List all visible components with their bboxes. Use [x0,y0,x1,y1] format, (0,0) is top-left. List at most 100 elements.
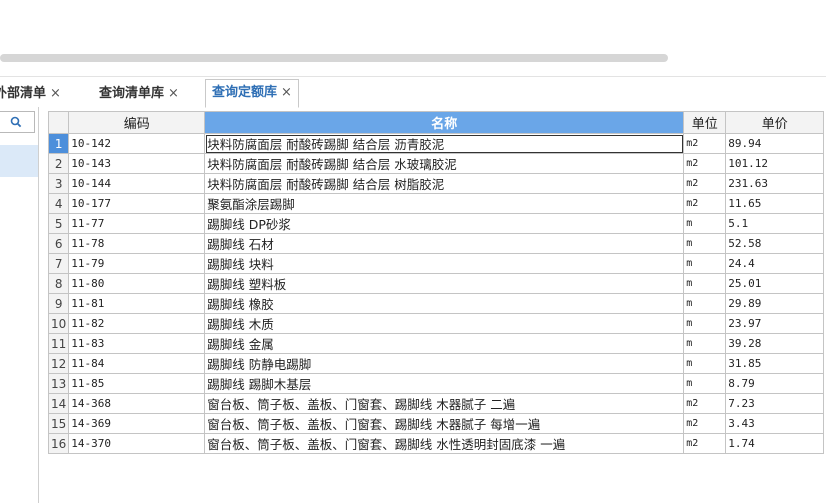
name-cell[interactable]: 踢脚线 木质 [204,313,685,334]
code-cell[interactable]: 14-368 [68,393,206,414]
code-cell[interactable]: 11-85 [68,373,206,394]
code-column-header[interactable]: 编码 [68,111,206,134]
name-cell[interactable]: 聚氨酯涂层踢脚 [204,193,685,214]
table-row[interactable]: 3 10-144 块料防腐面层 耐酸砖踢脚 结合层 树脂胶泥 m2 231.63 [47,173,825,194]
name-cell[interactable]: 踢脚线 块料 [204,253,685,274]
unit-cell[interactable]: m [683,313,727,334]
unit-cell[interactable]: m [683,273,727,294]
table-row[interactable]: 7 11-79 踢脚线 块料 m 24.4 [47,253,825,274]
name-cell[interactable]: 块料防腐面层 耐酸砖踢脚 结合层 水玻璃胶泥 [204,153,685,174]
close-icon[interactable]: × [50,86,61,101]
unit-cell[interactable]: m [683,213,727,234]
row-number[interactable]: 5 [47,213,70,234]
table-row[interactable]: 2 10-143 块料防腐面层 耐酸砖踢脚 结合层 水玻璃胶泥 m2 101.12 [47,153,825,174]
price-cell[interactable]: 39.28 [725,333,825,354]
tab-query-quota-library[interactable]: 查询定额库 × [205,79,299,108]
code-cell[interactable]: 10-177 [68,193,206,214]
row-number[interactable]: 3 [47,173,70,194]
price-cell[interactable]: 89.94 [725,133,825,154]
unit-cell[interactable]: m [683,333,727,354]
code-cell[interactable]: 10-142 [68,133,206,154]
price-cell[interactable]: 29.89 [725,293,825,314]
price-column-header[interactable]: 单价 [725,111,825,134]
code-cell[interactable]: 11-77 [68,213,206,234]
code-cell[interactable]: 11-79 [68,253,206,274]
row-number[interactable]: 10 [47,313,70,334]
name-cell[interactable]: 窗台板、筒子板、盖板、门窗套、踢脚线 木器腻子 每增一遍 [204,413,685,434]
row-number[interactable]: 14 [47,393,70,414]
unit-column-header[interactable]: 单位 [683,111,727,134]
unit-cell[interactable]: m2 [683,133,727,154]
row-number[interactable]: 4 [47,193,70,214]
price-cell[interactable]: 52.58 [725,233,825,254]
unit-cell[interactable]: m [683,293,727,314]
name-cell[interactable]: 踢脚线 石材 [204,233,685,254]
table-row[interactable]: 1 10-142 块料防腐面层 耐酸砖踢脚 结合层 沥青胶泥 m2 89.94 [47,133,825,154]
tab-query-list-library[interactable]: 查询清单库 × [99,81,179,107]
table-row[interactable]: 11 11-83 踢脚线 金属 m 39.28 [47,333,825,354]
table-row[interactable]: 8 11-80 踢脚线 塑料板 m 25.01 [47,273,825,294]
code-cell[interactable]: 11-82 [68,313,206,334]
code-cell[interactable]: 10-144 [68,173,206,194]
name-cell[interactable]: 块料防腐面层 耐酸砖踢脚 结合层 树脂胶泥 [204,173,685,194]
unit-cell[interactable]: m [683,353,727,374]
name-cell[interactable]: 踢脚线 踢脚木基层 [204,373,685,394]
table-row[interactable]: 9 11-81 踢脚线 橡胶 m 29.89 [47,293,825,314]
table-row[interactable]: 16 14-370 窗台板、筒子板、盖板、门窗套、踢脚线 水性透明封固底漆 一遍 m2… [47,433,825,454]
code-cell[interactable]: 11-83 [68,333,206,354]
row-number[interactable]: 7 [47,253,70,274]
price-cell[interactable]: 8.79 [725,373,825,394]
unit-cell[interactable]: m2 [683,433,727,454]
price-cell[interactable]: 11.65 [725,193,825,214]
price-cell[interactable]: 24.4 [725,253,825,274]
tab-external-list[interactable]: 外部清单 × [0,81,61,107]
unit-cell[interactable]: m [683,373,727,394]
code-cell[interactable]: 14-369 [68,413,206,434]
name-cell[interactable]: 块料防腐面层 耐酸砖踢脚 结合层 沥青胶泥 [204,133,685,154]
name-cell[interactable]: 踢脚线 橡胶 [204,293,685,314]
code-cell[interactable]: 14-370 [68,433,206,454]
table-row[interactable]: 5 11-77 踢脚线 DP砂浆 m 5.1 [47,213,825,234]
name-cell[interactable]: 踢脚线 塑料板 [204,273,685,294]
name-cell[interactable]: 踢脚线 金属 [204,333,685,354]
close-icon[interactable]: × [281,85,292,100]
row-number[interactable]: 15 [47,413,70,434]
code-cell[interactable]: 11-81 [68,293,206,314]
price-cell[interactable]: 101.12 [725,153,825,174]
price-cell[interactable]: 31.85 [725,353,825,374]
price-cell[interactable]: 25.01 [725,273,825,294]
unit-cell[interactable]: m2 [683,393,727,414]
table-row[interactable]: 10 11-82 踢脚线 木质 m 23.97 [47,313,825,334]
unit-cell[interactable]: m2 [683,193,727,214]
table-row[interactable]: 15 14-369 窗台板、筒子板、盖板、门窗套、踢脚线 木器腻子 每增一遍 m2 3.… [47,413,825,434]
unit-cell[interactable]: m2 [683,153,727,174]
unit-cell[interactable]: m2 [683,413,727,434]
search-button[interactable] [0,111,35,133]
left-tree-selected-item[interactable] [0,145,38,177]
name-cell[interactable]: 踢脚线 防静电踢脚 [204,353,685,374]
table-row[interactable]: 6 11-78 踢脚线 石材 m 52.58 [47,233,825,254]
row-number[interactable]: 6 [47,233,70,254]
code-cell[interactable]: 11-80 [68,273,206,294]
row-number[interactable]: 11 [47,333,70,354]
table-row[interactable]: 4 10-177 聚氨酯涂层踢脚 m2 11.65 [47,193,825,214]
close-icon[interactable]: × [168,86,179,101]
price-cell[interactable]: 3.43 [725,413,825,434]
table-row[interactable]: 14 14-368 窗台板、筒子板、盖板、门窗套、踢脚线 木器腻子 二遍 m2 7.23 [47,393,825,414]
unit-cell[interactable]: m [683,253,727,274]
row-number[interactable]: 9 [47,293,70,314]
row-number[interactable]: 2 [47,153,70,174]
table-row[interactable]: 13 11-85 踢脚线 踢脚木基层 m 8.79 [47,373,825,394]
horizontal-scrollbar[interactable] [0,54,668,62]
name-column-header[interactable]: 名称 [204,111,685,134]
price-cell[interactable]: 7.23 [725,393,825,414]
row-number[interactable]: 16 [47,433,70,454]
price-cell[interactable]: 231.63 [725,173,825,194]
unit-cell[interactable]: m [683,233,727,254]
code-cell[interactable]: 11-78 [68,233,206,254]
name-cell[interactable]: 踢脚线 DP砂浆 [204,213,685,234]
row-number[interactable]: 1 [47,133,70,154]
name-cell[interactable]: 窗台板、筒子板、盖板、门窗套、踢脚线 木器腻子 二遍 [204,393,685,414]
row-number[interactable]: 13 [47,373,70,394]
unit-cell[interactable]: m2 [683,173,727,194]
